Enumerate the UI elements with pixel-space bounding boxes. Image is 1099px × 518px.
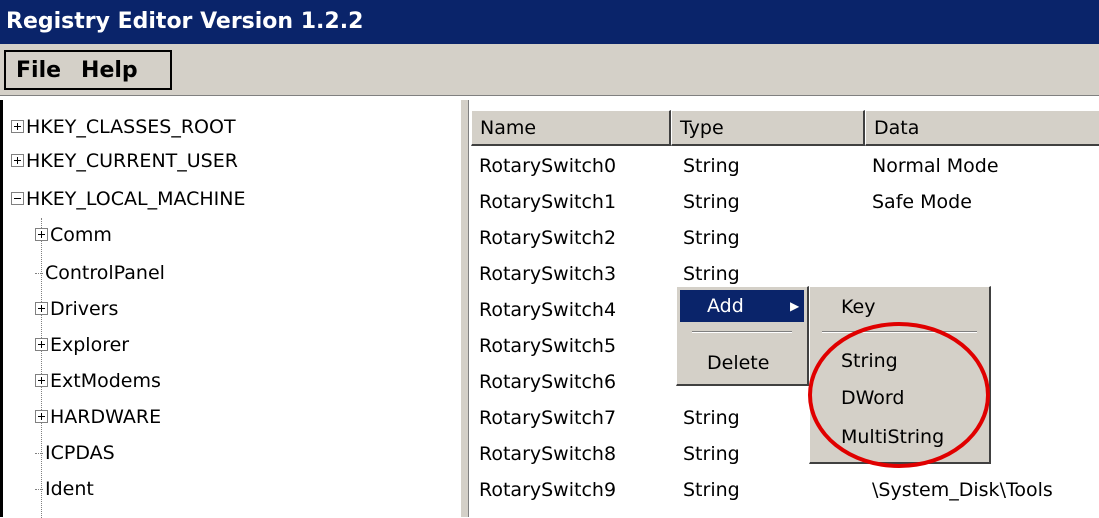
tree-item-label: HKEY_CLASSES_ROOT: [26, 116, 236, 138]
table-row[interactable]: RotarySwitch8StringDisk\Tools: [469, 438, 1099, 470]
submenu-separator: [822, 331, 977, 333]
cell-data: Normal Mode: [872, 155, 999, 177]
table-row[interactable]: test String 5678: [469, 510, 1099, 517]
column-header-type[interactable]: Type: [671, 110, 865, 146]
dword-label: DWord: [841, 387, 905, 409]
tree-item-label: Drivers: [50, 298, 119, 320]
pane-splitter[interactable]: [460, 100, 469, 517]
tree-item[interactable]: HARDWARE: [35, 402, 161, 432]
tree-item[interactable]: ICPDAS: [35, 438, 115, 468]
tree-item-label: Ident: [45, 478, 94, 500]
expand-plus-icon[interactable]: [11, 120, 24, 133]
tree-item-label: HKEY_CURRENT_USER: [26, 150, 238, 172]
cell-name: RotarySwitch1: [479, 191, 617, 213]
submenu-key[interactable]: Key: [813, 291, 986, 323]
key-label: Key: [841, 296, 876, 318]
collapse-minus-icon[interactable]: [11, 192, 24, 205]
menu-separator: [692, 331, 792, 333]
tree-item-label: Comm: [50, 224, 112, 246]
multistring-label: MultiString: [841, 426, 945, 448]
cell-type: String: [683, 227, 740, 249]
tree-item-label: ICPDAS: [45, 442, 115, 464]
string-label: String: [841, 350, 898, 372]
cell-name: RotarySwitch8: [479, 443, 617, 465]
expand-plus-icon[interactable]: [35, 374, 48, 387]
list-header: Name Type Data: [471, 110, 1099, 146]
cell-type: String: [683, 155, 740, 177]
cell-data: 5678: [872, 510, 920, 517]
tree-item-label: HARDWARE: [50, 406, 162, 428]
cell-type: String: [683, 479, 740, 501]
cell-name: RotarySwitch5: [479, 335, 617, 357]
delete-label: Delete: [707, 352, 770, 374]
cell-name: RotarySwitch0: [479, 155, 617, 177]
cell-name: test: [479, 510, 516, 517]
table-row[interactable]: RotarySwitch0 String Normal Mode: [469, 150, 1099, 182]
tree-item[interactable]: ExtModems: [35, 366, 161, 396]
tree-item[interactable]: HKEY_CLASSES_ROOT: [11, 112, 236, 142]
context-menu-add[interactable]: Add ▶: [680, 290, 804, 322]
add-submenu: Key String DWord MultiString: [809, 286, 991, 464]
cell-name: RotarySwitch3: [479, 263, 617, 285]
tree-connector-icon: [35, 489, 43, 490]
expand-plus-icon[interactable]: [11, 154, 24, 167]
cell-data: Safe Mode: [872, 191, 972, 213]
context-menu-delete[interactable]: Delete: [680, 347, 804, 379]
expand-plus-icon[interactable]: [35, 338, 48, 351]
tree-connector-icon: [35, 453, 43, 454]
menu-file[interactable]: File: [6, 58, 71, 83]
tree-item[interactable]: Comm: [35, 220, 112, 250]
expand-plus-icon[interactable]: [35, 410, 48, 423]
cell-type: String: [683, 510, 740, 517]
context-menu: Add ▶ Delete: [676, 286, 809, 386]
expand-plus-icon[interactable]: [35, 302, 48, 315]
cell-type: String: [683, 407, 740, 429]
tree-item[interactable]: ControlPanel: [35, 258, 165, 288]
cell-name: RotarySwitch6: [479, 371, 617, 393]
tree-item[interactable]: Ident: [35, 474, 94, 504]
tree-connector-icon: [35, 273, 43, 274]
tree-item[interactable]: HKEY_LOCAL_MACHINE: [11, 184, 246, 214]
submenu-arrow-icon: ▶: [790, 299, 800, 313]
cell-data: \System_Disk\Tools: [872, 479, 1053, 501]
menu-group: File Help: [4, 50, 172, 90]
tree-item[interactable]: Explorer: [35, 330, 129, 360]
registry-tree[interactable]: HKEY_CLASSES_ROOT HKEY_CURRENT_USER HKEY_L…: [0, 100, 460, 518]
window-title: Registry Editor Version 1.2.2: [6, 9, 364, 34]
cell-name: RotarySwitch2: [479, 227, 617, 249]
tree-item[interactable]: HKEY_CURRENT_USER: [11, 146, 238, 176]
cell-name: RotarySwitch4: [479, 299, 617, 321]
menu-help[interactable]: Help: [71, 58, 148, 83]
column-header-data[interactable]: Data: [865, 110, 1099, 146]
tree-item-label: ExtModems: [50, 370, 161, 392]
cell-type: String: [683, 443, 740, 465]
table-row[interactable]: RotarySwitch1 String Safe Mode: [469, 186, 1099, 218]
title-bar: Registry Editor Version 1.2.2: [0, 0, 1099, 44]
tree-item-label: Explorer: [50, 334, 130, 356]
table-row[interactable]: RotarySwitch7 String: [469, 402, 1099, 434]
tree-item-label: ControlPanel: [45, 262, 165, 284]
submenu-multistring[interactable]: MultiString: [813, 421, 986, 453]
table-row[interactable]: RotarySwitch9 String \System_Disk\Tools: [469, 474, 1099, 506]
tree-item-label: HKEY_LOCAL_MACHINE: [26, 188, 246, 210]
menu-bar: File Help: [0, 44, 1099, 96]
column-header-name[interactable]: Name: [471, 110, 671, 146]
cell-name: RotarySwitch9: [479, 479, 617, 501]
add-label: Add: [707, 295, 744, 317]
submenu-string[interactable]: String: [813, 345, 986, 377]
expand-plus-icon[interactable]: [35, 228, 48, 241]
tree-item[interactable]: Drivers: [35, 294, 118, 324]
cell-type: String: [683, 191, 740, 213]
submenu-dword[interactable]: DWord: [813, 382, 986, 414]
table-row[interactable]: RotarySwitch2 String: [469, 222, 1099, 254]
cell-name: RotarySwitch7: [479, 407, 617, 429]
